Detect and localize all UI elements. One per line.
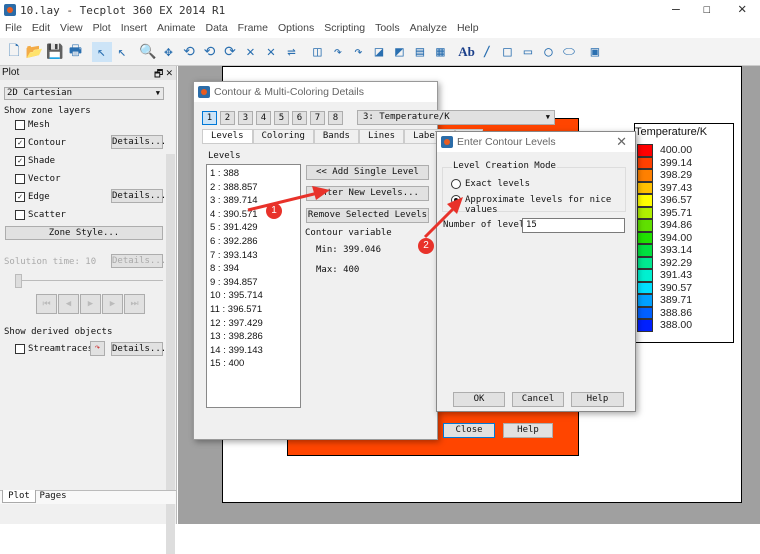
annotation-arrowhead-1 (312, 186, 330, 200)
annotation-marker-2: 2 (418, 238, 434, 254)
annotation-arrows (247, 186, 463, 239)
annotation-arrow-1 (247, 191, 319, 212)
annotation-arrow-2 (423, 205, 457, 239)
annotation-marker-1: 1 (266, 203, 282, 219)
